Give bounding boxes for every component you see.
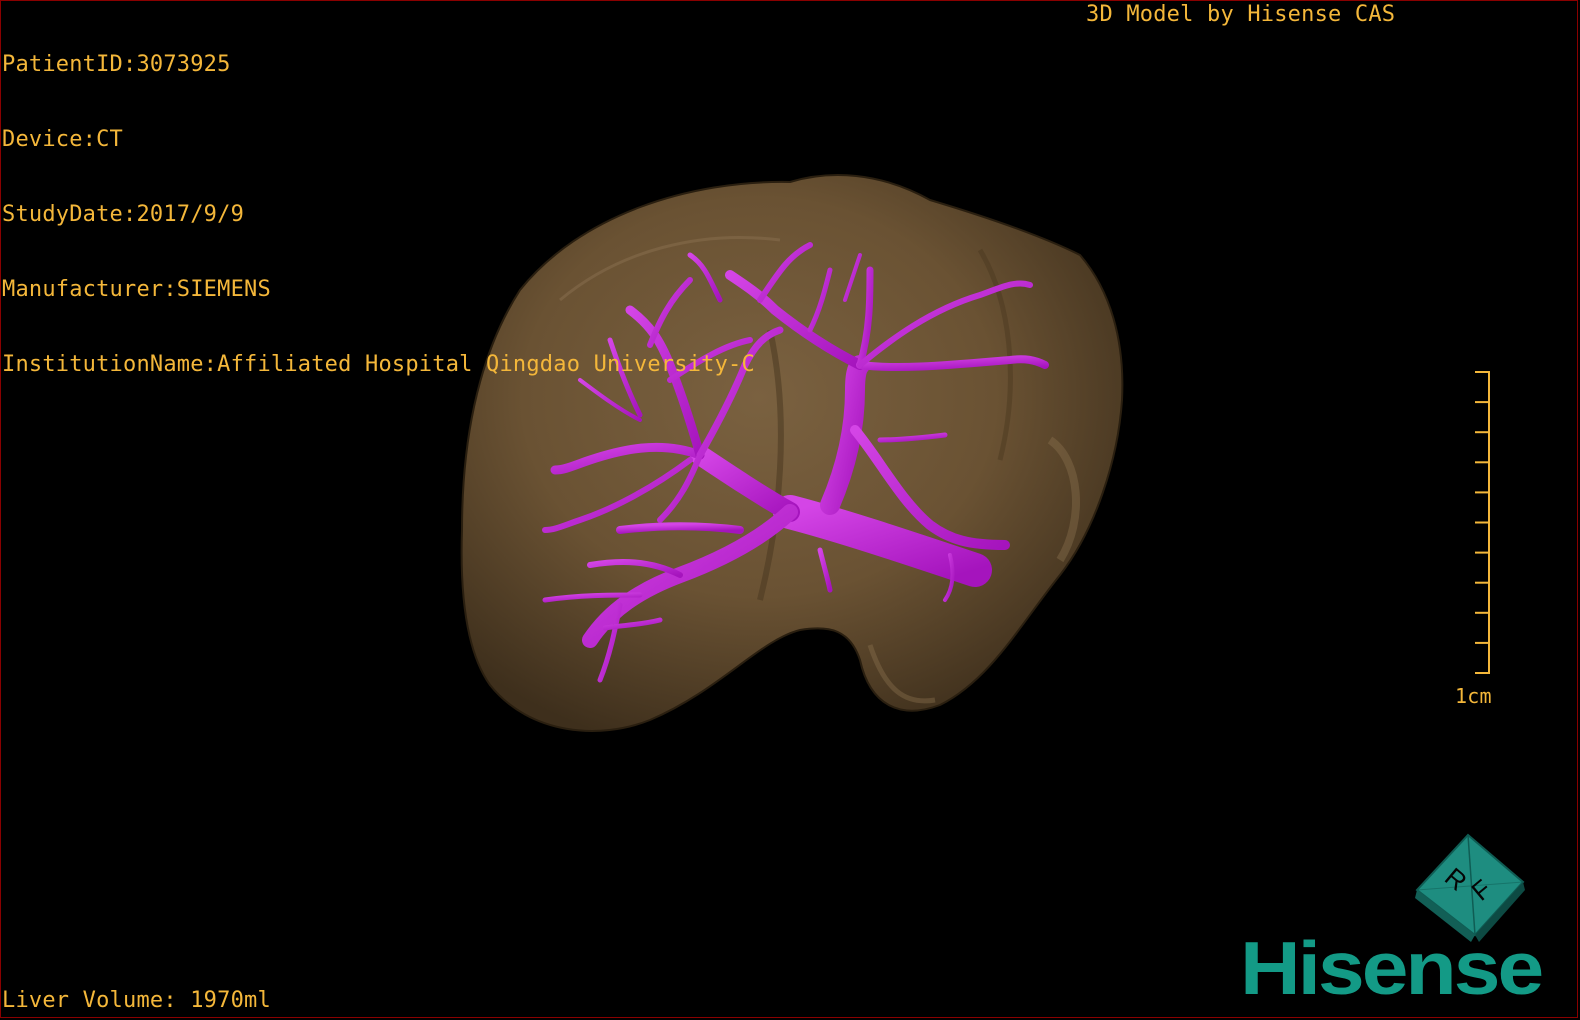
device-text: Device:CT <box>2 127 124 152</box>
manufacturer-text: Manufacturer:SIEMENS <box>2 277 271 302</box>
institution-text: InstitutionName:Affiliated Hospital Qing… <box>2 352 755 377</box>
model-credit-text: 3D Model by Hisense CAS <box>1086 2 1396 27</box>
study-date-text: StudyDate:2017/9/9 <box>2 202 245 227</box>
study-info-overlay: PatientID:3073925 Device:CT StudyDate:20… <box>2 2 755 402</box>
scale-ticks <box>1475 371 1490 674</box>
liver-volume-text: Liver Volume: 1970ml <box>2 988 271 1013</box>
scale-bar <box>1475 371 1490 674</box>
patient-id-text: PatientID:3073925 <box>2 52 231 77</box>
scale-label: 1cm <box>1455 684 1492 708</box>
hisense-logo: Hisense <box>1240 925 1544 1011</box>
